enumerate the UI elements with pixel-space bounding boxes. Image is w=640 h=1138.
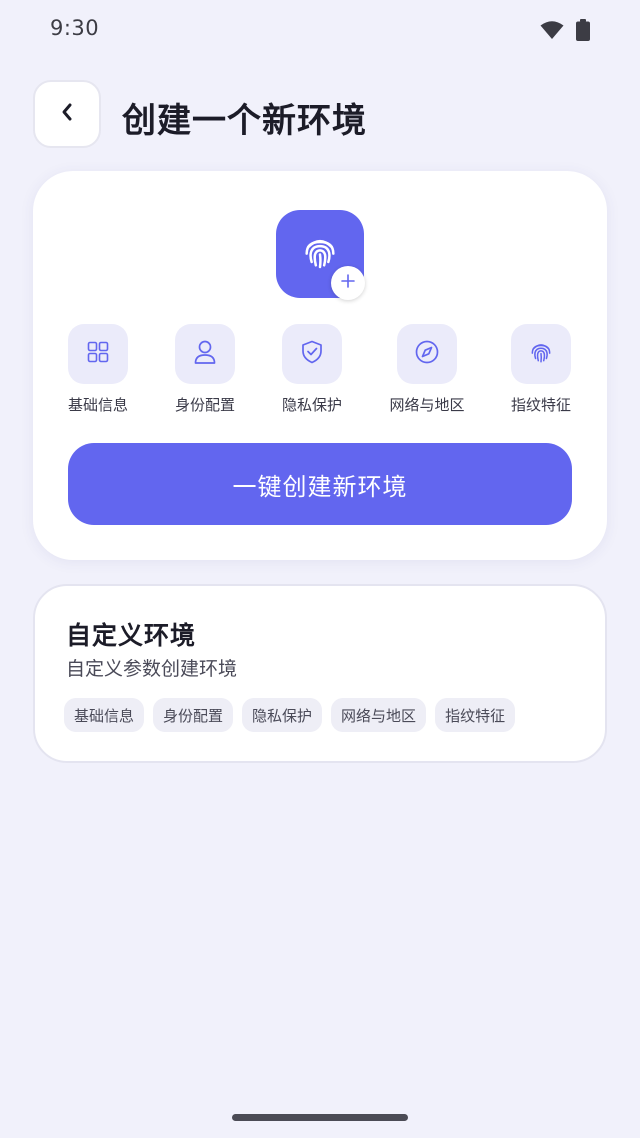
screen: 9:30 创建一个新环境 基础信息 身份配置 隐私保护 网络与地区 指纹特征 一…: [0, 0, 640, 1138]
feature-tile: [511, 324, 571, 384]
feature-label: 网络与地区: [389, 396, 465, 414]
back-button[interactable]: [33, 80, 101, 148]
feature-tile: [68, 324, 128, 384]
status-icons: [540, 19, 590, 45]
feature-item-network-region[interactable]: 网络与地区: [372, 324, 482, 415]
page-title: 创建一个新环境: [122, 101, 367, 141]
feature-label: 身份配置: [174, 396, 235, 414]
quick-create-card: 基础信息 身份配置 隐私保护 网络与地区 指纹特征 一键创建新环境: [33, 171, 607, 560]
fingerprint-icon: [528, 339, 554, 369]
status-bar: 9:30: [0, 0, 640, 60]
tag-identity: 身份配置: [153, 698, 234, 732]
feature-tile: [397, 324, 457, 384]
user-icon: [193, 339, 217, 369]
feature-label: 基础信息: [67, 396, 128, 414]
header: 创建一个新环境: [33, 80, 607, 150]
custom-card-title: 自定义环境: [66, 621, 197, 650]
home-indicator[interactable]: [232, 1114, 408, 1121]
custom-card-subtitle: 自定义参数创建环境: [66, 658, 238, 680]
shield-check-icon: [301, 340, 323, 368]
custom-environment-card[interactable]: 自定义环境 自定义参数创建环境 基础信息 身份配置 隐私保护 网络与地区 指纹特…: [33, 584, 607, 763]
feature-tile: [175, 324, 235, 384]
tag-basic-info: 基础信息: [64, 698, 145, 732]
battery-icon: [576, 19, 590, 45]
feature-item-identity[interactable]: 身份配置: [150, 324, 260, 415]
compass-icon: [414, 339, 440, 369]
tag-privacy: 隐私保护: [242, 698, 323, 732]
chevron-left-icon: [59, 100, 75, 128]
feature-row: 基础信息 身份配置 隐私保护 网络与地区 指纹特征: [33, 324, 607, 424]
fingerprint-icon: [300, 232, 340, 276]
feature-item-privacy[interactable]: 隐私保护: [257, 324, 367, 415]
feature-item-basic-info[interactable]: 基础信息: [43, 324, 153, 415]
tag-fingerprint: 指纹特征: [435, 698, 516, 732]
hero-plus-badge: [331, 266, 365, 300]
feature-item-fingerprint[interactable]: 指纹特征: [486, 324, 596, 415]
grid-icon: [86, 340, 110, 368]
plus-icon: [340, 273, 356, 293]
feature-label: 隐私保护: [281, 396, 342, 414]
wifi-icon: [540, 20, 564, 44]
one-click-create-button[interactable]: 一键创建新环境: [68, 443, 572, 525]
feature-tile: [282, 324, 342, 384]
tag-row: 基础信息 身份配置 隐私保护 网络与地区 指纹特征: [64, 698, 516, 732]
tag-network-region: 网络与地区: [331, 698, 427, 732]
feature-label: 指纹特征: [510, 396, 571, 414]
status-time: 9:30: [50, 16, 100, 40]
